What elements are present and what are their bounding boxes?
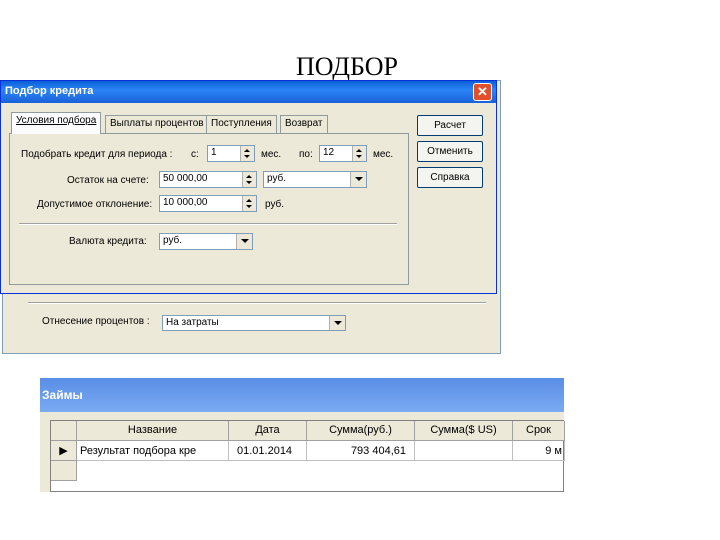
spin-arrows-icon[interactable] — [240, 146, 254, 161]
spin-arrows-icon[interactable] — [352, 146, 366, 161]
deviation-input[interactable]: 10 000,00 — [159, 195, 257, 212]
loan-selection-dialog: Подбор кредита ✕ Условия подбора Выплаты… — [0, 80, 497, 294]
spin-arrows-icon[interactable] — [242, 196, 256, 211]
table-cell-term[interactable]: 9 м — [513, 441, 565, 461]
period-from-value: 1 — [211, 147, 217, 158]
cancel-button[interactable]: Отменить — [417, 141, 483, 162]
row-indicator-icon[interactable]: ▶ — [51, 441, 77, 461]
balance-input[interactable]: 50 000,00 — [159, 171, 257, 188]
to-label: по: — [299, 149, 313, 160]
back-window-divider — [28, 302, 486, 304]
column-header-sum-rub[interactable]: Сумма(руб.) — [307, 421, 415, 441]
column-header-sum-usd[interactable]: Сумма($ US) — [415, 421, 513, 441]
deviation-value: 10 000,00 — [163, 197, 208, 208]
slide-title: ПОДБОР — [296, 52, 398, 81]
calculate-button[interactable]: Расчет — [417, 115, 483, 136]
table-cell-date[interactable]: 01.01.2014 — [229, 441, 307, 461]
column-header-name[interactable]: Название — [77, 421, 229, 441]
from-label: с: — [191, 149, 199, 160]
months-label-from: мес. — [261, 149, 282, 160]
spin-arrows-icon[interactable] — [242, 172, 256, 187]
loans-title: Займы — [42, 388, 83, 402]
tab-interest-payments[interactable]: Выплаты процентов — [105, 115, 209, 133]
period-label: Подобрать кредит для периода : — [21, 149, 173, 160]
tab-repayment[interactable]: Возврат — [280, 115, 328, 133]
interest-allocation-label: Отнесение процентов : — [42, 316, 150, 327]
column-header-term[interactable]: Срок — [513, 421, 565, 441]
dialog-title: Подбор кредита — [5, 85, 94, 97]
loans-titlebar[interactable]: Займы — [40, 378, 564, 412]
table-cell-name[interactable]: Результат подбора кре — [77, 441, 229, 461]
tab-receipts[interactable]: Поступления — [206, 115, 277, 133]
balance-currency-select[interactable]: руб. — [263, 171, 367, 188]
chevron-down-icon[interactable] — [329, 316, 345, 330]
period-to-value: 12 — [323, 147, 335, 158]
loans-table: Название Дата Сумма(руб.) Сумма($ US) Ср… — [50, 420, 565, 492]
table-cell-sum-rub[interactable]: 793 404,61 — [307, 441, 415, 461]
dialog-titlebar[interactable]: Подбор кредита ✕ — [1, 81, 496, 103]
loans-window: Займы Название Дата Сумма(руб.) Сумма($ … — [40, 378, 565, 492]
chevron-down-icon[interactable] — [236, 234, 252, 249]
chevron-down-icon[interactable] — [350, 172, 366, 187]
interest-allocation-value: На затраты — [166, 317, 219, 328]
row-header-corner — [51, 421, 77, 441]
months-label-to: мес. — [373, 149, 394, 160]
deviation-label: Допустимое отклонение: — [37, 199, 153, 210]
loan-currency-label: Валюта кредита: — [69, 236, 147, 247]
balance-currency-value: руб. — [267, 173, 287, 184]
interest-allocation-select[interactable]: На затраты — [162, 315, 346, 331]
loan-currency-value: руб. — [163, 235, 183, 246]
close-icon[interactable]: ✕ — [473, 83, 492, 101]
help-button[interactable]: Справка — [417, 167, 483, 188]
table-cell-sum-usd[interactable] — [415, 441, 513, 461]
form-divider — [19, 223, 397, 225]
column-header-date[interactable]: Дата — [229, 421, 307, 441]
period-to-stepper[interactable]: 12 — [319, 145, 367, 162]
loan-currency-select[interactable]: руб. — [159, 233, 253, 250]
row-indicator-empty[interactable] — [51, 461, 77, 481]
balance-label: Остаток на счете: — [67, 175, 149, 186]
balance-value: 50 000,00 — [163, 173, 208, 184]
period-from-stepper[interactable]: 1 — [207, 145, 255, 162]
deviation-currency-label: руб. — [265, 199, 285, 210]
tab-selection-conditions[interactable]: Условия подбора — [11, 112, 102, 134]
